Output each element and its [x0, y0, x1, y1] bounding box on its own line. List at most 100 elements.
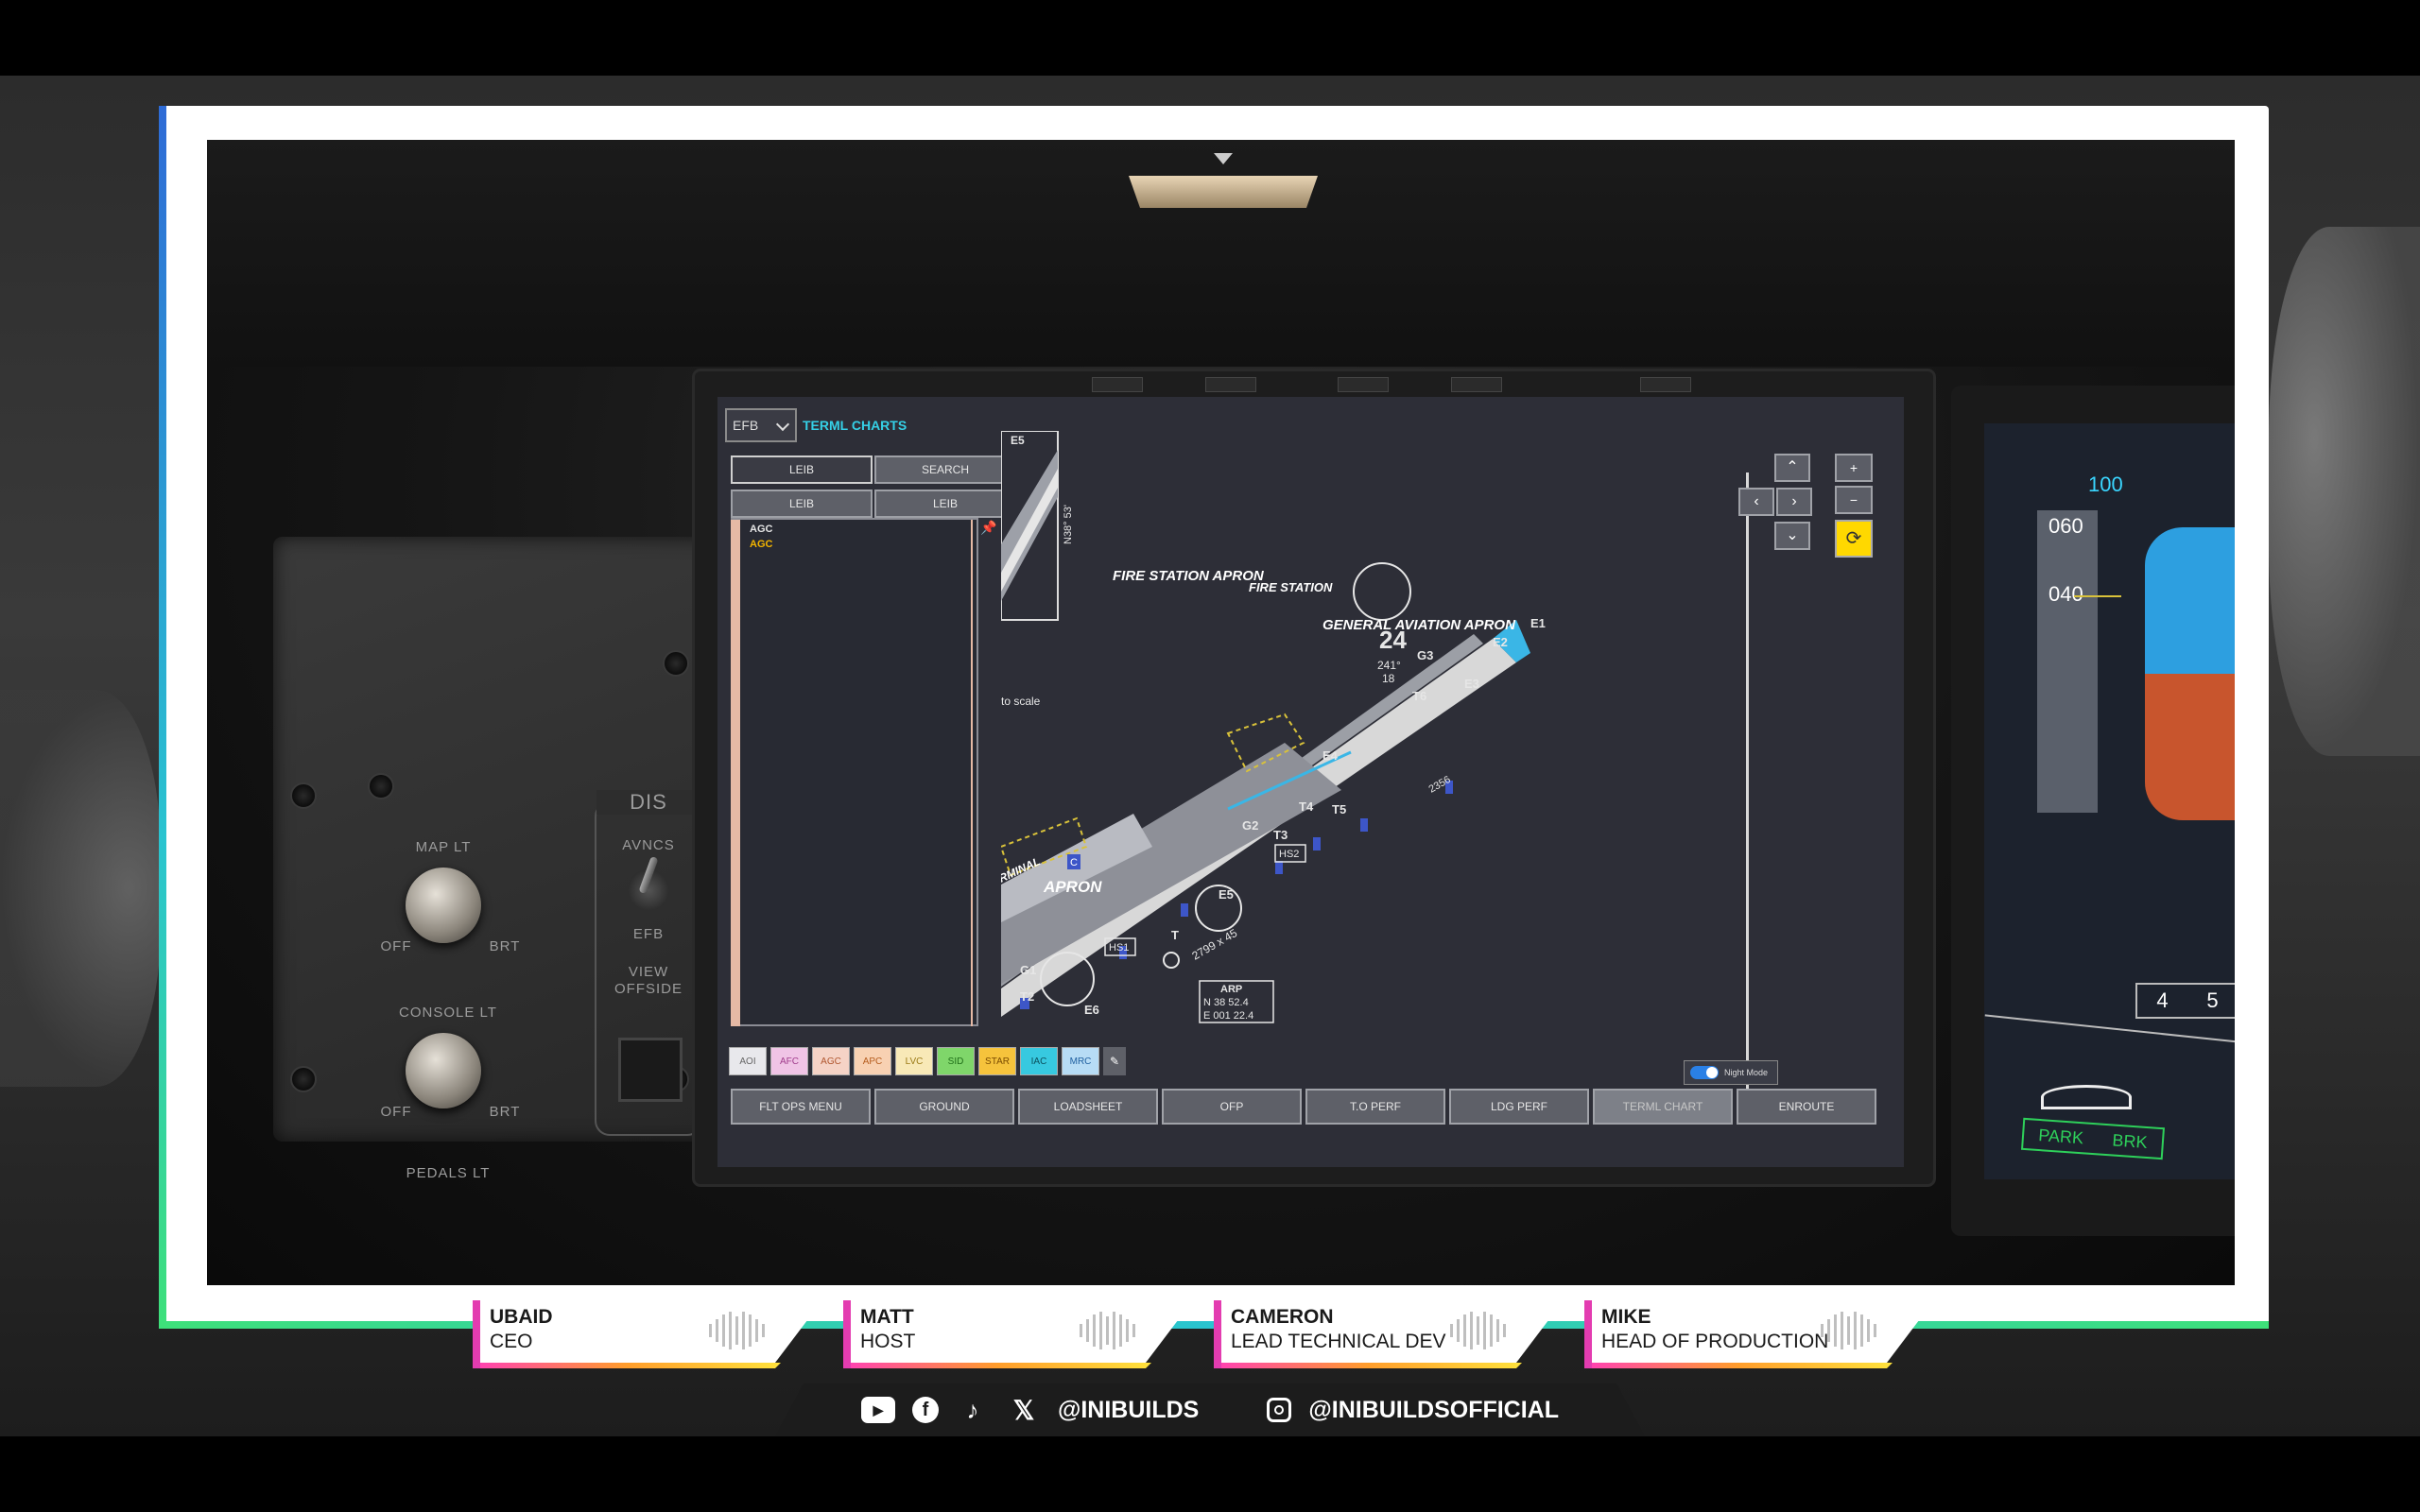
sub-tab-arrival[interactable]: LEIB [874, 490, 1016, 518]
aircraft-left-silhouette [0, 690, 161, 1087]
category-button-lvc[interactable]: LVC [895, 1047, 933, 1075]
brk-label: BRK [2111, 1129, 2149, 1152]
category-button-aoi[interactable]: AOI [729, 1047, 767, 1075]
console-lt-label: CONSOLE LT [399, 1005, 497, 1021]
night-mode-toggle[interactable]: Night Mode [1684, 1060, 1778, 1085]
host-card: CAMERON LEAD TECHNICAL DEV [1214, 1300, 1564, 1368]
taxiway-label-t5: T5 [1332, 802, 1346, 816]
pin-icon[interactable]: ✎ [1103, 1047, 1126, 1075]
menu-terml-chart[interactable]: TERML CHART [1593, 1089, 1733, 1125]
horizon-line [1984, 1014, 2235, 1044]
audio-wave-bar [742, 1312, 745, 1349]
sync-icon[interactable]: ⟳ [1835, 520, 1873, 558]
zoom-in-button[interactable]: + [1835, 454, 1873, 482]
audio-wave-bar [1477, 1316, 1479, 1345]
pin-icon[interactable]: 📌 [980, 520, 996, 536]
category-button-afc[interactable]: AFC [770, 1047, 808, 1075]
runway-end-label: 24 [1379, 626, 1407, 654]
youtube-icon[interactable]: ▶ [861, 1397, 895, 1423]
page-title: TERML CHARTS [803, 418, 908, 433]
host-name: CAMERON [1231, 1306, 1334, 1328]
audio-wave-bar [1086, 1319, 1089, 1342]
taxiway-label-g3: G3 [1417, 648, 1433, 662]
tiktok-icon[interactable]: ♪ [956, 1397, 990, 1423]
efb-mode-select[interactable]: EFB [725, 408, 797, 442]
menu-flt-ops-menu[interactable]: FLT OPS MENU [731, 1089, 871, 1125]
menu-ground[interactable]: GROUND [874, 1089, 1014, 1125]
flap-scale-5: 5 [2206, 988, 2219, 1012]
chart-list-item[interactable]: AGC [750, 539, 772, 550]
category-button-agc[interactable]: AGC [812, 1047, 850, 1075]
menu-ldg-perf[interactable]: LDG PERF [1449, 1089, 1589, 1125]
pan-down-button[interactable]: ⌄ [1774, 522, 1810, 550]
menu-enroute[interactable]: ENROUTE [1737, 1089, 1876, 1125]
taxiway-label-t4: T4 [1299, 799, 1314, 814]
audio-wave-bar [735, 1316, 738, 1345]
hs2-label: HS2 [1279, 849, 1299, 860]
zoom-out-button[interactable]: − [1835, 486, 1873, 514]
category-button-star[interactable]: STAR [978, 1047, 1016, 1075]
airport-diagram[interactable]: FIRE STATION APRON FIRE STATION GENERAL … [1001, 431, 1634, 1045]
view-offside-button[interactable] [618, 1038, 683, 1102]
pan-right-button[interactable]: › [1776, 488, 1812, 516]
audio-wave-bar [1834, 1314, 1837, 1347]
chart-list-body [746, 520, 973, 1026]
apron-label: APRON [1043, 878, 1102, 896]
console-lt-knob[interactable] [406, 1033, 481, 1108]
map-lt-knob[interactable] [406, 868, 481, 943]
avncs-efb-toggle[interactable] [628, 869, 669, 911]
category-button-sid[interactable]: SID [937, 1047, 975, 1075]
host-role: HEAD OF PRODUCTION [1601, 1331, 1829, 1352]
audio-wave-bar [1503, 1324, 1506, 1337]
audio-wave-bar [1847, 1316, 1850, 1345]
audio-wave-bar [755, 1319, 758, 1342]
category-button-iac[interactable]: IAC [1020, 1047, 1058, 1075]
taxiway-label-t2: T2 [1020, 989, 1034, 1004]
audio-wave-bar [722, 1314, 725, 1347]
social-handle[interactable]: @INIBUILDS [1058, 1397, 1199, 1424]
taxiway-label-t3: T3 [1273, 828, 1288, 842]
x-icon[interactable]: 𝕏 [1007, 1397, 1041, 1423]
audio-wave-bar [1132, 1324, 1135, 1337]
attitude-sky [2145, 527, 2235, 674]
aircraft-right-silhouette [2269, 227, 2420, 756]
facebook-icon[interactable]: f [912, 1397, 939, 1423]
host-card: MIKE HEAD OF PRODUCTION [1584, 1300, 1934, 1368]
night-mode-switch [1690, 1066, 1719, 1079]
instagram-icon[interactable] [1267, 1398, 1291, 1422]
hs1-label: HS1 [1109, 942, 1129, 954]
audio-wave-bar [1827, 1319, 1830, 1342]
host-card-edge [843, 1300, 851, 1368]
taxiway-label-e3: E3 [1464, 677, 1479, 691]
screw-icon [290, 782, 317, 809]
tab-search[interactable]: SEARCH [874, 455, 1016, 484]
chevron-down-icon [775, 417, 790, 432]
chart-list-accent [731, 520, 740, 1026]
speed-040-label: 040 [2048, 582, 2083, 606]
tab-airport-leib[interactable]: LEIB [731, 455, 873, 484]
chart-list-item[interactable]: AGC [750, 524, 772, 535]
taxiway-label-t: T [1171, 928, 1179, 942]
attitude-ground [2145, 674, 2235, 820]
console-lt-brt-label: BRT [489, 1104, 521, 1120]
audio-wave-bar [1483, 1312, 1486, 1349]
audio-wave-bar [1867, 1319, 1870, 1342]
bezel-tab [1451, 377, 1502, 392]
pan-up-button[interactable]: ⌃ [1774, 454, 1810, 482]
instagram-handle[interactable]: @INIBUILDSOFFICIAL [1308, 1397, 1559, 1424]
pan-left-button[interactable]: ‹ [1738, 488, 1774, 516]
sub-tab-departure[interactable]: LEIB [731, 490, 873, 518]
menu-t-o-perf[interactable]: T.O PERF [1305, 1089, 1445, 1125]
audio-wave-bar [1080, 1324, 1082, 1337]
menu-ofp[interactable]: OFP [1162, 1089, 1302, 1125]
menu-loadsheet[interactable]: LOADSHEET [1018, 1089, 1158, 1125]
overhead-light [1129, 176, 1318, 208]
avncs-label: AVNCS [622, 837, 675, 853]
map-lt-label: MAP LT [415, 839, 472, 855]
latitude-label: N38° 53' [1063, 505, 1074, 544]
audio-wave-icon [1821, 1312, 1876, 1349]
category-button-mrc[interactable]: MRC [1062, 1047, 1099, 1075]
cockpit-viewport: MAP LT OFF BRT CONSOLE LT OFF BRT PEDALS… [207, 140, 2235, 1285]
audio-wave-bar [1099, 1312, 1102, 1349]
category-button-apc[interactable]: APC [854, 1047, 891, 1075]
